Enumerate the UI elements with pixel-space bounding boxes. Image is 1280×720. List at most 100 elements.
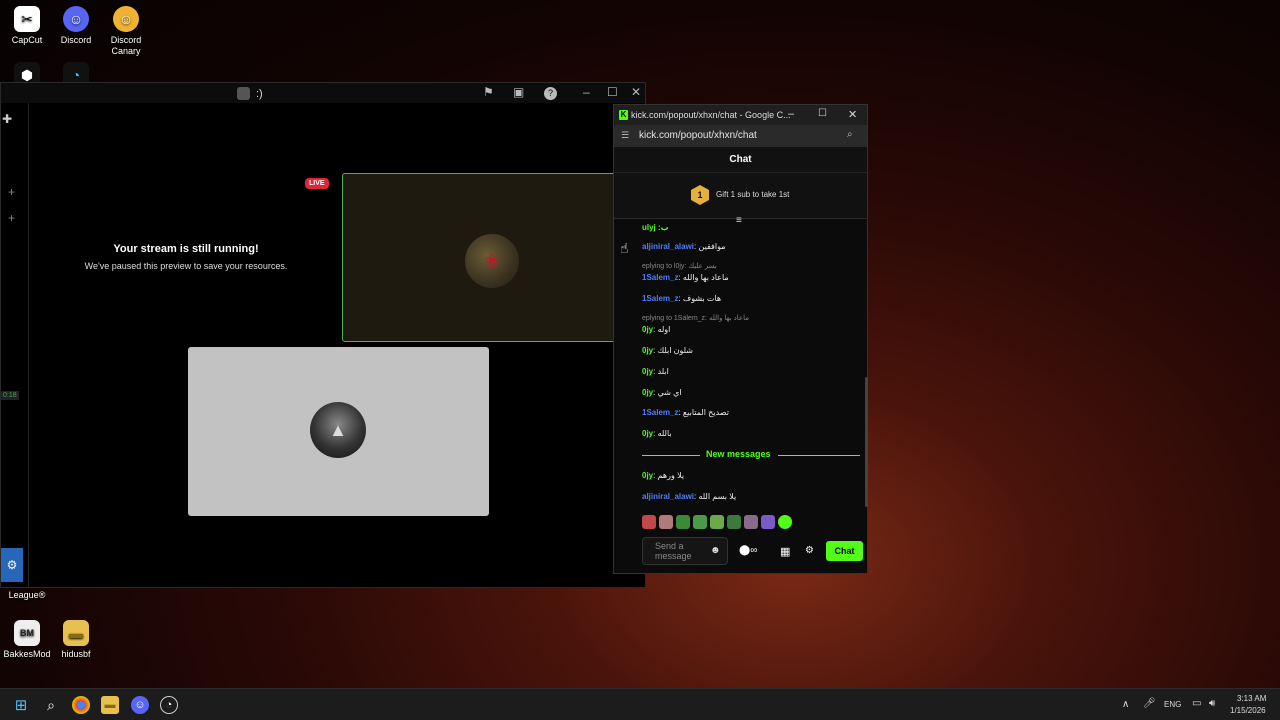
filter-icon[interactable]: ≡ <box>736 215 742 226</box>
desktop-icon-discord-canary[interactable]: ☺ Discord Canary <box>99 6 153 57</box>
emote[interactable] <box>693 515 707 529</box>
address-bar[interactable]: ☰ kick.com/popout/xhxn/chat ⌕ <box>614 125 867 147</box>
store-icon[interactable]: ▦ <box>780 545 790 558</box>
emote[interactable] <box>761 515 775 529</box>
chat-message: 0jy: يلا ورهم <box>642 471 685 480</box>
desktop-icon-label: CapCut <box>11 35 43 45</box>
clock-time[interactable]: 3:13 AM <box>1237 694 1266 703</box>
chat-message: aljiniral_alawi: يلا بسم الله <box>642 492 737 501</box>
desktop-icon-label: Discord <box>60 35 92 45</box>
emote[interactable] <box>727 515 741 529</box>
avatar: ▲ <box>310 402 366 458</box>
chat-message: 1Salem_z: تصديح المتابيع <box>642 408 729 417</box>
discord-icon[interactable]: ☺ <box>131 696 149 714</box>
chat-username[interactable]: 0jy <box>642 429 653 438</box>
chat-username[interactable]: aljiniral_alawi <box>642 492 694 501</box>
gift-banner[interactable]: 1 Gift 1 sub to take 1st <box>614 173 867 219</box>
chat-header: Chat <box>614 147 867 173</box>
chat-text: بالله <box>657 429 672 438</box>
kicks-icon[interactable]: ⬤∞ <box>739 545 757 556</box>
gift-text: Gift 1 sub to take 1st <box>716 190 790 199</box>
chat-username[interactable]: 1Salem_z <box>642 294 678 303</box>
minimize-button[interactable]: – <box>583 85 590 99</box>
chrome-icon[interactable] <box>72 696 90 714</box>
chat-message: aljiniral_alawi: موافقين <box>642 242 726 251</box>
windows-start-icon[interactable]: ⊞ <box>12 696 30 714</box>
maximize-button[interactable]: ☐ <box>818 108 827 119</box>
help-icon[interactable]: ? <box>544 87 557 100</box>
chat-username[interactable]: 1Salem_z <box>642 408 678 417</box>
minimize-button[interactable]: – <box>788 108 794 120</box>
settings-icon[interactable]: ⚙ <box>1 548 23 582</box>
participant-video-tile[interactable]: ❀ <box>342 173 616 342</box>
new-messages-divider: New messages <box>642 449 860 461</box>
microphone-icon[interactable]: 🎤︎ <box>1143 698 1156 709</box>
network-icon[interactable]: ▭ <box>1192 698 1201 709</box>
paused-subtitle: We've paused this preview to save your r… <box>84 261 288 271</box>
stream-sidebar: ✚ + + 0:18 ⚙ <box>1 103 29 587</box>
chat-text: ابلد <box>657 367 669 376</box>
inbox-icon[interactable]: ▣ <box>513 85 524 99</box>
stream-window-title: :) <box>237 87 263 100</box>
chat-username[interactable]: 0jy <box>642 367 653 376</box>
chat-username[interactable]: 0jy <box>642 471 653 480</box>
desktop-icon-label: BakkesMod <box>3 649 51 659</box>
clock-date[interactable]: 1/15/2026 <box>1230 706 1266 715</box>
desktop-icon-hidusbf[interactable]: ▬ hidusbf <box>49 620 103 660</box>
flag-icon[interactable]: ⚑ <box>483 85 494 99</box>
emote[interactable] <box>676 515 690 529</box>
search-icon[interactable]: ⌕ <box>42 696 60 714</box>
chat-username[interactable]: 0jy <box>642 388 653 397</box>
chat-scrollbar[interactable] <box>865 377 868 507</box>
site-settings-icon[interactable]: ☰ <box>621 130 629 141</box>
chat-message: 0jy: ابلد <box>642 367 669 376</box>
chat-message-partial: ulyj :ب <box>642 223 669 232</box>
window-app-icon <box>237 87 250 100</box>
emote[interactable] <box>744 515 758 529</box>
tray-chevron-icon[interactable]: ∧ <box>1122 699 1129 710</box>
close-button[interactable]: ✕ <box>631 85 641 99</box>
bakkesmod-icon: BM <box>14 620 40 646</box>
emote[interactable] <box>710 515 724 529</box>
emote[interactable] <box>778 515 792 529</box>
emote[interactable] <box>642 515 656 529</box>
file-explorer-icon[interactable]: ▬ <box>101 696 119 714</box>
capcut-icon: ✂ <box>14 6 40 32</box>
discord-canary-icon: ☺ <box>113 6 139 32</box>
desktop-icon-discord[interactable]: ☺ Discord <box>49 6 103 46</box>
discord-icon: ☺ <box>63 6 89 32</box>
chat-username[interactable]: 0jy <box>642 346 653 355</box>
stream-timer: 0:18 <box>1 391 19 400</box>
close-button[interactable]: ✕ <box>848 108 857 121</box>
chat-settings-icon[interactable]: ⚙ <box>805 545 814 556</box>
plus-icon[interactable]: + <box>8 185 15 199</box>
emote-bar <box>642 515 792 529</box>
desktop-icon-capcut[interactable]: ✂ CapCut <box>0 6 54 46</box>
chat-username[interactable]: 1Salem_z <box>642 273 678 282</box>
add-friend-icon[interactable]: ✚ <box>2 112 12 126</box>
chat-text: يلا ورهم <box>657 471 685 480</box>
maximize-button[interactable]: ☐ <box>607 85 618 99</box>
kick-logo-icon: K <box>619 110 628 120</box>
plus-icon[interactable]: + <box>8 211 15 225</box>
url-text[interactable]: kick.com/popout/xhxn/chat <box>639 130 757 141</box>
paused-title: Your stream is still running! <box>113 243 259 255</box>
language-indicator[interactable]: ENG <box>1164 700 1181 709</box>
participant-video-tile[interactable]: ▲ <box>188 347 489 516</box>
rose-icon: ❀ <box>484 250 500 271</box>
send-chat-button[interactable]: Chat <box>826 541 863 561</box>
zoom-icon[interactable]: ⌕ <box>847 129 853 140</box>
chat-username[interactable]: 0jy <box>642 325 653 334</box>
stream-window: :) ⚑ ▣ ? – ☐ ✕ ✚ + + 0:18 ⚙ Your stream … <box>0 82 646 588</box>
chat-username[interactable]: aljiniral_alawi <box>642 242 694 251</box>
emoji-icon[interactable]: ☻ <box>710 545 721 556</box>
mouse-cursor: ☝ <box>620 240 629 256</box>
emote[interactable] <box>659 515 673 529</box>
volume-icon[interactable]: 🔊︎ <box>1209 698 1215 709</box>
graduation-cap-icon: ▲ <box>329 419 347 440</box>
app-icon[interactable]: ◔ <box>160 696 178 714</box>
message-input[interactable]: Send a message ☻ <box>642 537 728 565</box>
desktop-icon-bakkesmod[interactable]: BM BakkesMod <box>0 620 54 660</box>
message-input-placeholder: Send a message <box>655 541 692 561</box>
live-badge: LIVE <box>305 178 329 189</box>
